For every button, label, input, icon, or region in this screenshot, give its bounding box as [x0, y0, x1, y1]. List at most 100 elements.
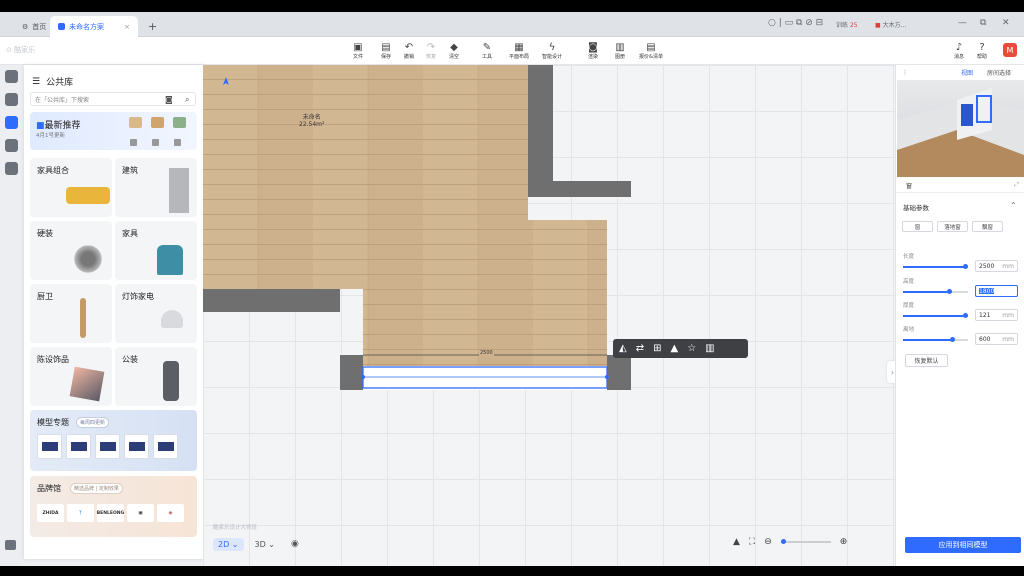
- collapse-icon[interactable]: ⌃: [1010, 201, 1017, 210]
- brand-card[interactable]: 品牌馆 精选品牌 | 定制效果 ZHIDA ᛉ BENLEONG ▣ ◉: [30, 476, 197, 537]
- cabinet-image: [169, 168, 189, 213]
- 3d-preview[interactable]: [897, 80, 1024, 177]
- window[interactable]: [363, 366, 607, 390]
- brand-logo[interactable]: ▣: [127, 504, 154, 522]
- copy-icon[interactable]: ⊞: [653, 343, 661, 354]
- category-hardware[interactable]: 硬装: [30, 221, 112, 280]
- category-commercial[interactable]: 公装: [115, 347, 197, 406]
- library-search-input[interactable]: 在「公共库」下搜索 ◙ ⌕: [30, 92, 196, 106]
- swap-icon[interactable]: ⇄: [636, 343, 644, 354]
- close-icon[interactable]: ×: [124, 23, 130, 31]
- minimize-icon[interactable]: —: [958, 18, 967, 28]
- wrench-icon: ✎: [482, 42, 492, 53]
- search-icon[interactable]: ⌕: [185, 95, 189, 105]
- expand-panel-button[interactable]: ›: [887, 361, 895, 383]
- zoom-slider[interactable]: [780, 539, 831, 544]
- basic-params-title: 基础参数: [903, 204, 929, 212]
- camera-search-icon[interactable]: ◙: [165, 95, 173, 104]
- album-button[interactable]: ▥ 图册: [605, 39, 635, 63]
- library-icon[interactable]: [5, 116, 18, 129]
- section-header: 窗 ⤢: [896, 181, 1024, 193]
- brand-logo[interactable]: ◉: [157, 504, 184, 522]
- help-button[interactable]: ? 帮助: [967, 39, 997, 63]
- lock-icon[interactable]: ▲: [733, 537, 740, 547]
- view-3d-button[interactable]: 3D ⌄: [250, 538, 281, 551]
- trash-icon[interactable]: ▥: [705, 343, 714, 354]
- clear-button[interactable]: ◆ 清空: [439, 39, 469, 63]
- tab-room-select[interactable]: 房间选择: [987, 68, 1011, 77]
- restore-default-button[interactable]: 恢复默认: [905, 354, 948, 367]
- room-label[interactable]: 未命名 22.54m²: [299, 112, 324, 128]
- category-kitchen-bath[interactable]: 厨卫: [30, 284, 112, 343]
- quote-button[interactable]: ▤ 报价&清单: [636, 39, 666, 63]
- segment-bay-window[interactable]: 飘窗: [972, 221, 1003, 232]
- segment-floor-window[interactable]: 落地窗: [937, 221, 968, 232]
- expand-icon[interactable]: ⤢: [1014, 181, 1019, 189]
- menu-icon[interactable]: [5, 540, 16, 550]
- brand-logo[interactable]: BENLEONG: [97, 504, 124, 522]
- chair-image: [157, 245, 183, 275]
- property-input[interactable]: 2500 mm: [975, 260, 1018, 272]
- category-lighting[interactable]: 灯饰家电: [115, 284, 197, 343]
- user-icon[interactable]: [5, 139, 18, 152]
- view-switch: 2D ⌄ 3D ⌄ ◉: [213, 537, 304, 551]
- segment-window[interactable]: 窗: [902, 221, 933, 232]
- tab-home[interactable]: ⚙ 首页: [14, 16, 54, 37]
- brand-logo[interactable]: ᛉ: [67, 504, 94, 522]
- mirror-icon[interactable]: ◭: [619, 343, 627, 354]
- zoom-out-icon[interactable]: ⊖: [764, 537, 772, 547]
- maximize-icon[interactable]: ⧉: [980, 18, 986, 28]
- property-slider[interactable]: [903, 337, 968, 342]
- property-slider[interactable]: [903, 289, 968, 294]
- apply-same-button[interactable]: 应用到相同模型: [905, 537, 1021, 553]
- handle[interactable]: [605, 375, 609, 379]
- new-recommend-card[interactable]: ■最新推荐 4月1号更新: [30, 112, 197, 150]
- tools-button[interactable]: ✎ 工具: [472, 39, 502, 63]
- property-input[interactable]: 121 mm: [975, 309, 1018, 321]
- topics-card[interactable]: 模型专题 每周四更新: [30, 410, 197, 471]
- eye-icon[interactable]: ◉: [286, 537, 304, 551]
- topic-thumb[interactable]: [95, 434, 120, 459]
- zoom-in-icon[interactable]: ⊕: [840, 537, 848, 547]
- badge[interactable]: 训练 25: [836, 20, 858, 29]
- library-header: ☰ 公共库: [32, 76, 74, 89]
- star-icon[interactable]: ☆: [687, 343, 696, 354]
- file-button[interactable]: ▣ 文件: [343, 39, 373, 63]
- lock-icon[interactable]: ▲: [670, 343, 678, 354]
- lightbulb-icon[interactable]: [5, 93, 18, 106]
- floorplan-canvas[interactable]: 未命名 22.54m² 2500 ◭ ⇄ ⊞ ▲ ☆ ▥ 酷家乐设计大师班 2D …: [203, 65, 895, 566]
- thumb: [129, 117, 142, 128]
- house-icon[interactable]: [5, 70, 18, 83]
- new-tab-button[interactable]: +: [140, 16, 165, 37]
- fit-view-icon[interactable]: ⛶: [749, 537, 755, 547]
- topic-thumb[interactable]: [66, 434, 91, 459]
- layout-button[interactable]: ▦ 平面布局: [504, 39, 534, 63]
- avatar[interactable]: M: [1003, 43, 1017, 57]
- render-button[interactable]: ◙ 渲染: [578, 39, 608, 63]
- topic-thumb[interactable]: [124, 434, 149, 459]
- property-input[interactable]: 1800: [975, 285, 1018, 297]
- topic-thumb[interactable]: [153, 434, 178, 459]
- grid-icon[interactable]: [5, 162, 18, 175]
- property-input[interactable]: 600 mm: [975, 333, 1018, 345]
- album-icon: ▥: [615, 42, 625, 53]
- window-tools[interactable]: ○ | ▭ ⧉ ⊘ ⊟: [768, 18, 823, 28]
- property-slider[interactable]: [903, 313, 968, 318]
- window-close-icon[interactable]: ✕: [1002, 18, 1010, 28]
- lightning-icon: ϟ: [548, 42, 556, 53]
- list-icon[interactable]: ☰: [32, 77, 40, 87]
- category-furniture[interactable]: 家具: [115, 221, 197, 280]
- user-name[interactable]: ■ 大木方...: [875, 20, 906, 29]
- property-slider[interactable]: [903, 264, 968, 269]
- category-decor[interactable]: 陈设饰品: [30, 347, 112, 406]
- topic-thumb[interactable]: [37, 434, 62, 459]
- category-furniture-set[interactable]: 家具组合: [30, 158, 112, 217]
- drag-handle-icon[interactable]: ⋮: [902, 69, 908, 76]
- brand-logo[interactable]: ZHIDA: [37, 504, 64, 522]
- view-2d-button[interactable]: 2D ⌄: [213, 537, 244, 551]
- handle[interactable]: [361, 375, 365, 379]
- category-building[interactable]: 建筑: [115, 158, 197, 217]
- smart-design-button[interactable]: ϟ 智能设计: [537, 39, 567, 63]
- tab-view[interactable]: 视图: [961, 68, 973, 77]
- tab-project[interactable]: 未命名方案 ×: [50, 16, 138, 37]
